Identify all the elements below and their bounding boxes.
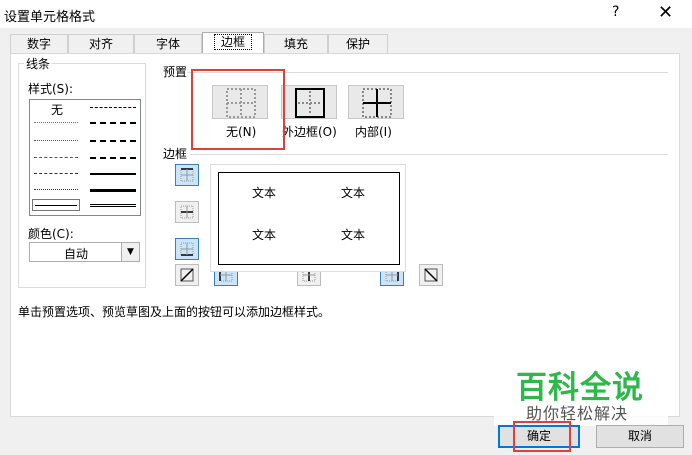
tab-fill[interactable]: 填充 — [264, 34, 328, 54]
tab-border[interactable]: 边框 — [202, 32, 264, 54]
border-inside-horizontal-icon — [180, 205, 194, 219]
preset-inside-button[interactable] — [348, 85, 404, 119]
line-group-label: 线条 — [24, 55, 53, 72]
preset-inside-icon — [362, 88, 392, 118]
tab-protection[interactable]: 保护 — [328, 34, 388, 54]
line-style-option[interactable] — [90, 122, 136, 124]
line-style-list[interactable]: 无 — [29, 99, 141, 216]
chevron-down-icon[interactable]: ▼ — [121, 243, 139, 261]
presets-label: 预置 — [161, 63, 190, 80]
close-button[interactable]: ✕ — [658, 2, 673, 23]
preset-inside-label: 内部(I) — [355, 125, 392, 139]
line-style-option[interactable] — [90, 107, 136, 108]
highlight-box-preset-none — [191, 69, 285, 150]
line-style-option[interactable] — [90, 157, 136, 159]
border-bottom-button[interactable] — [175, 238, 199, 260]
border-diagonal-up-button[interactable] — [175, 264, 199, 286]
title-bar: 设置单元格格式 ? ✕ — [0, 0, 692, 28]
border-divider — [190, 154, 668, 155]
color-dropdown[interactable]: 自动 ▼ — [29, 242, 140, 262]
preset-outline-icon — [295, 88, 325, 118]
style-label: 样式(S): — [26, 80, 76, 97]
dialog-title: 设置单元格格式 — [4, 10, 96, 25]
tab-alignment[interactable]: 对齐 — [68, 34, 134, 54]
line-style-option[interactable] — [90, 140, 136, 142]
line-style-option[interactable] — [34, 173, 78, 174]
line-style-option-selected[interactable] — [32, 199, 80, 211]
preview-text: 文本 — [252, 186, 277, 200]
border-top-icon — [180, 168, 194, 182]
preview-text: 文本 — [341, 228, 366, 242]
style-none[interactable]: 无 — [51, 101, 63, 118]
color-dropdown-value: 自动 — [63, 247, 88, 261]
border-label: 边框 — [161, 145, 190, 162]
preview-text: 文本 — [341, 186, 366, 200]
diagonal-up-icon — [180, 268, 194, 282]
border-top-button[interactable] — [175, 164, 199, 186]
diagonal-down-icon — [424, 268, 438, 282]
preset-outline-button[interactable] — [281, 85, 337, 119]
line-style-option[interactable] — [90, 204, 136, 207]
preset-outline-label: 外边框(O) — [282, 125, 337, 139]
tab-number[interactable]: 数字 — [10, 34, 68, 54]
hint-text: 单击预置选项、预览草图及上面的按钮可以添加边框样式。 — [18, 305, 331, 319]
color-label: 颜色(C): — [26, 225, 76, 242]
border-preview[interactable]: 文本 文本 文本 文本 — [210, 164, 406, 272]
border-diagonal-down-button[interactable] — [419, 264, 443, 286]
line-style-option[interactable] — [34, 140, 78, 141]
line-style-option[interactable] — [34, 122, 78, 123]
preview-text: 文本 — [252, 228, 277, 242]
cancel-button[interactable]: 取消 — [596, 425, 684, 448]
line-style-option[interactable] — [34, 157, 78, 158]
preview-cell-area[interactable] — [218, 172, 400, 265]
border-bottom-icon — [180, 242, 194, 256]
highlight-box-ok — [513, 421, 571, 452]
line-style-option[interactable] — [90, 189, 136, 192]
border-inside-horizontal-button[interactable] — [175, 201, 199, 223]
line-style-option[interactable] — [90, 173, 136, 175]
tab-font[interactable]: 字体 — [134, 34, 202, 54]
line-style-option[interactable] — [34, 189, 78, 190]
help-button[interactable]: ? — [612, 4, 619, 20]
